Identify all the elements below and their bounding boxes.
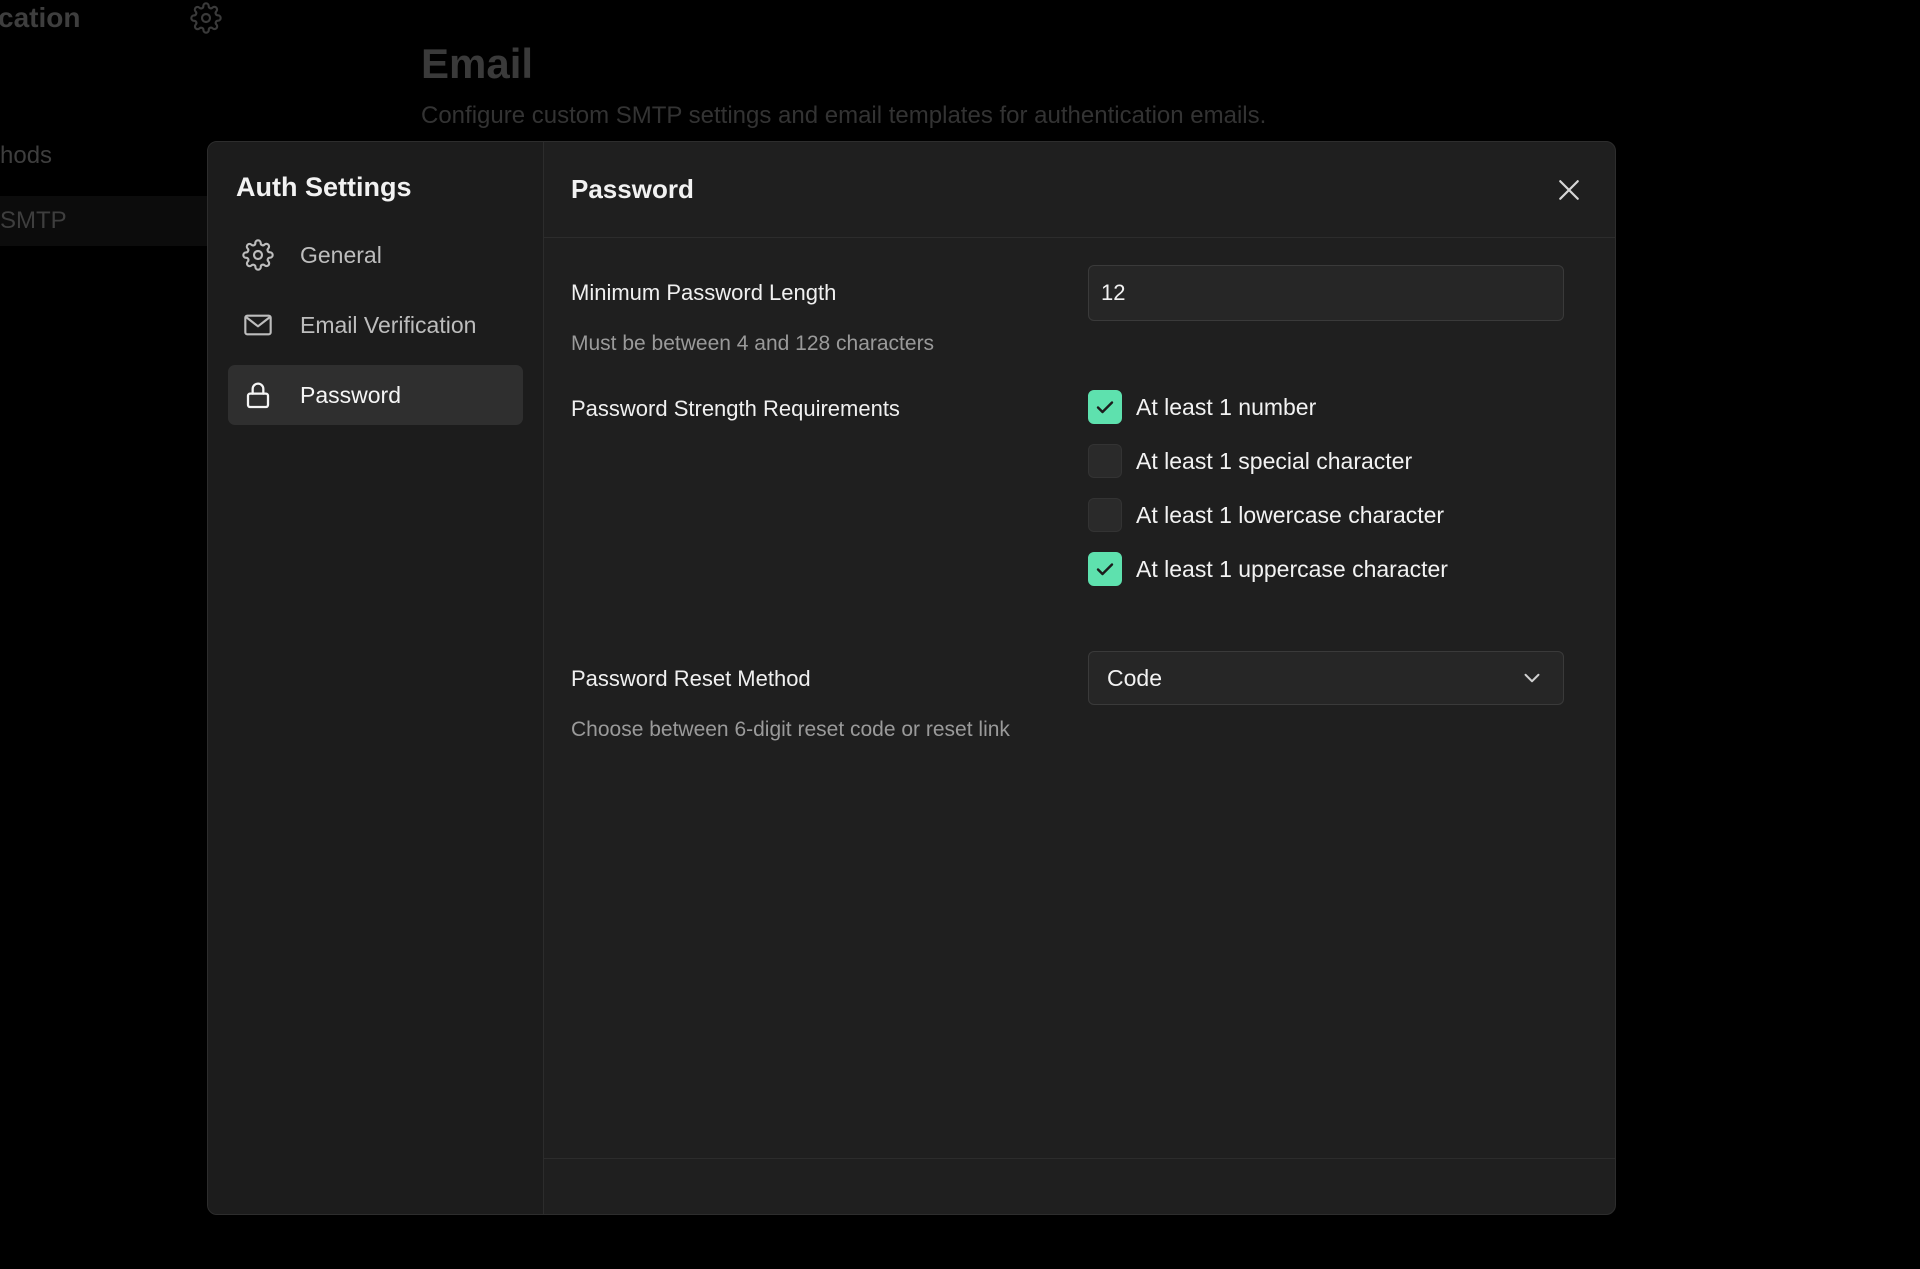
modal-sidebar: Auth Settings General Email Verification — [208, 142, 544, 1214]
strength-options: At least 1 number At least 1 special cha… — [1088, 389, 1564, 605]
modal-header: Password — [544, 142, 1615, 238]
close-button[interactable] — [1551, 172, 1587, 208]
close-icon — [1559, 179, 1579, 200]
gear-icon — [190, 2, 222, 34]
reset-method-control: Code — [1088, 651, 1564, 705]
modal-sidebar-title: Auth Settings — [236, 172, 412, 202]
checkbox-number[interactable]: At least 1 number — [1088, 389, 1564, 425]
mail-icon — [242, 309, 274, 341]
checkbox-unchecked[interactable] — [1088, 498, 1122, 532]
gear-icon — [242, 239, 274, 271]
checkbox-unchecked[interactable] — [1088, 444, 1122, 478]
modal-body: Minimum Password Length Must be between … — [544, 238, 1615, 1158]
nav-item-label: Password — [300, 381, 401, 408]
min-length-help: Must be between 4 and 128 characters — [571, 332, 935, 355]
modal-main: Password Minimum Password Length Must be… — [544, 142, 1615, 1214]
check-icon — [1096, 563, 1114, 576]
nav-item-password[interactable]: Password — [228, 365, 523, 425]
min-length-control — [1088, 265, 1564, 321]
nav-item-label: General — [300, 241, 382, 268]
background-nav-item: hods — [0, 142, 53, 169]
nav-item-general[interactable]: General — [228, 225, 523, 285]
checkbox-checked[interactable] — [1088, 552, 1122, 586]
reset-method-help: Choose between 6-digit reset code or res… — [571, 718, 1010, 741]
background-page-title: Email — [421, 40, 534, 87]
background-page-subtitle: Configure custom SMTP settings and email… — [421, 102, 1267, 129]
checkbox-checked[interactable] — [1088, 390, 1122, 424]
auth-settings-modal: Auth Settings General Email Verification — [207, 141, 1616, 1215]
checkbox-label: At least 1 number — [1136, 393, 1317, 420]
background-sidebar-title: cation — [0, 2, 81, 33]
reset-method-select[interactable]: Code — [1088, 651, 1564, 705]
chevron-down-icon — [1524, 673, 1540, 683]
checkbox-label: At least 1 lowercase character — [1136, 501, 1445, 528]
nav-item-label: Email Verification — [300, 311, 477, 338]
select-value: Code — [1107, 664, 1162, 691]
checkbox-label: At least 1 special character — [1136, 447, 1413, 474]
background-nav-item-smtp: SMTP — [0, 196, 210, 246]
checkbox-uppercase[interactable]: At least 1 uppercase character — [1088, 551, 1564, 587]
min-length-input[interactable] — [1088, 265, 1564, 321]
lock-icon — [242, 379, 274, 411]
checkbox-special[interactable]: At least 1 special character — [1088, 443, 1564, 479]
checkbox-label: At least 1 uppercase character — [1136, 555, 1448, 582]
modal-title: Password — [571, 174, 694, 204]
checkbox-lowercase[interactable]: At least 1 lowercase character — [1088, 497, 1564, 533]
check-icon — [1096, 401, 1114, 414]
nav-item-email-verification[interactable]: Email Verification — [228, 295, 523, 355]
modal-footer — [544, 1158, 1615, 1214]
